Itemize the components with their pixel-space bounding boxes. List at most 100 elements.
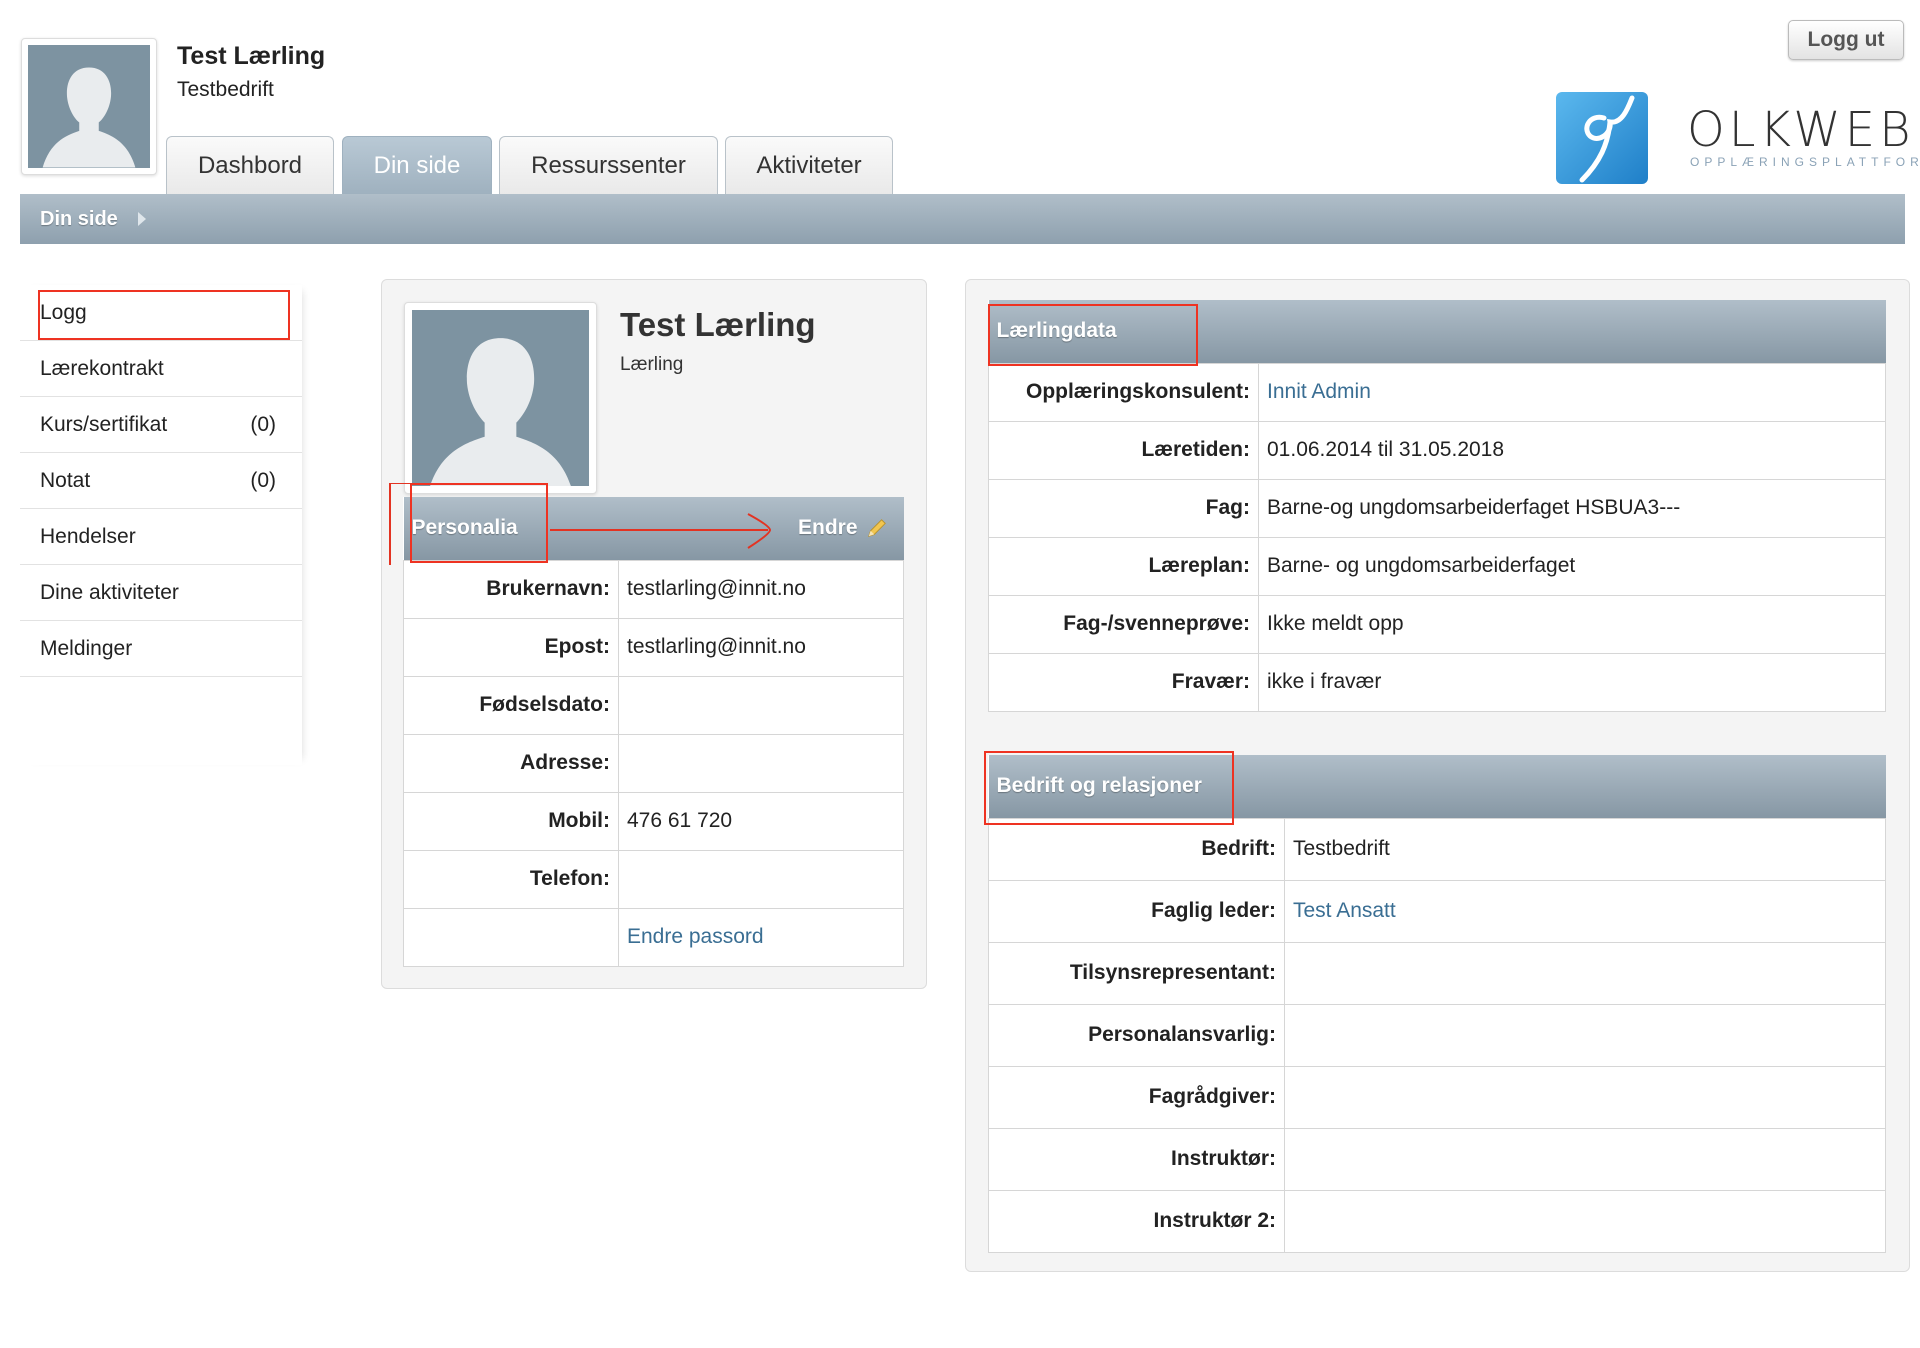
- field-value: [618, 733, 904, 793]
- field-label: Personalansvarlig:: [988, 1003, 1285, 1067]
- header-user-name: Test Lærling: [177, 42, 326, 70]
- sidebar-item-label: Dine aktiviteter: [40, 580, 179, 604]
- field-label: Fødselsdato:: [403, 675, 619, 735]
- field-label: Faglig leder:: [988, 879, 1285, 943]
- field-value: Test Ansatt: [1284, 879, 1886, 943]
- field-label: Brukernavn:: [403, 559, 619, 619]
- laerlingdata-header: Lærlingdata: [988, 300, 1886, 363]
- field-label: Instruktør 2:: [988, 1189, 1285, 1253]
- sidebar-item-label: Meldinger: [40, 636, 133, 660]
- sidebar-item-count: (0): [250, 468, 276, 492]
- field-value: 476 61 720: [618, 791, 904, 851]
- field-label: Epost:: [403, 617, 619, 677]
- table-row: Fag: Barne-og ungdomsarbeiderfaget HSBUA…: [988, 478, 1886, 538]
- profile-role: Lærling: [620, 354, 684, 375]
- bedrift-header: Bedrift og relasjoner: [988, 755, 1886, 818]
- field-label: Fag:: [988, 478, 1259, 538]
- sidebar-item-meldinger[interactable]: Meldinger: [20, 621, 302, 677]
- table-row: Telefon:: [403, 849, 904, 909]
- sidebar-item-logg[interactable]: Logg: [20, 285, 302, 341]
- laerlingdata-table: Lærlingdata Opplæringskonsulent: Innit A…: [988, 300, 1886, 712]
- field-label: Bedrift:: [988, 817, 1285, 881]
- field-label: Fravær:: [988, 652, 1259, 712]
- field-value: testlarling@innit.no: [618, 559, 904, 619]
- sidebar-item-notat[interactable]: Notat (0): [20, 453, 302, 509]
- sidebar-item-label: Logg: [40, 300, 87, 324]
- sidebar-item-count: (0): [250, 412, 276, 436]
- field-label: Fagrådgiver:: [988, 1065, 1285, 1129]
- field-value: [1284, 941, 1886, 1005]
- logout-button[interactable]: Logg ut: [1788, 20, 1904, 60]
- user-silhouette-icon: [412, 310, 589, 486]
- profile-avatar: [404, 302, 597, 494]
- breadcrumb-arrow-icon: [137, 212, 146, 226]
- field-value: 01.06.2014 til 31.05.2018: [1258, 420, 1886, 480]
- field-label: Opplæringskonsulent:: [988, 362, 1259, 422]
- tab-ressurssenter[interactable]: Ressurssenter: [499, 136, 718, 194]
- table-row: Mobil: 476 61 720: [403, 791, 904, 851]
- breadcrumb: Din side: [20, 194, 1905, 244]
- table-row: Fag-/svenneprøve: Ikke meldt opp: [988, 594, 1886, 654]
- change-password-link[interactable]: Endre passord: [627, 925, 764, 948]
- faglig-leder-link[interactable]: Test Ansatt: [1293, 899, 1396, 922]
- field-label: Læreplan:: [988, 536, 1259, 596]
- sidebar-item-label: Kurs/sertifikat: [40, 412, 168, 436]
- field-value: ikke i fravær: [1258, 652, 1886, 712]
- logo-text: OLKWEB: [1687, 102, 1915, 158]
- edit-personalia-button[interactable]: Endre: [798, 516, 858, 540]
- sidebar-item-label: Lærekontrakt: [40, 356, 164, 380]
- sidebar-item-label: Hendelser: [40, 524, 136, 548]
- field-value: testlarling@innit.no: [618, 617, 904, 677]
- sidebar-item-laerekontrakt[interactable]: Lærekontrakt: [20, 341, 302, 397]
- field-label: Telefon:: [403, 849, 619, 909]
- user-silhouette-icon: [28, 45, 150, 168]
- table-row: Fagrådgiver:: [988, 1065, 1886, 1129]
- annotation-bracket-icon: [389, 483, 412, 565]
- header-avatar: [21, 38, 157, 175]
- field-value: Barne-og ungdomsarbeiderfaget HSBUA3---: [1258, 478, 1886, 538]
- field-value: Barne- og ungdomsarbeiderfaget: [1258, 536, 1886, 596]
- sidebar-menu: Logg Lærekontrakt Kurs/sertifikat (0) No…: [20, 285, 302, 765]
- personalia-table: Personalia Endre Brukernavn: testlarling…: [403, 497, 904, 967]
- field-value: Innit Admin: [1258, 362, 1886, 422]
- tab-aktiviteter[interactable]: Aktiviteter: [725, 136, 893, 194]
- tab-din-side[interactable]: Din side: [342, 136, 492, 194]
- olkweb-logo-icon: [1552, 88, 1652, 188]
- table-row: Tilsynsrepresentant:: [988, 941, 1886, 1005]
- logo-subtitle: OPPLÆRINGSPLATTFORM: [1690, 155, 1920, 169]
- header-company: Testbedrift: [177, 78, 274, 101]
- field-value: [618, 675, 904, 735]
- field-value: Testbedrift: [1284, 817, 1886, 881]
- table-row: Instruktør 2:: [988, 1189, 1886, 1253]
- sidebar-item-dine-aktiviteter[interactable]: Dine aktiviteter: [20, 565, 302, 621]
- sidebar-item-label: Notat: [40, 468, 91, 492]
- annotation-arrow-icon: [550, 513, 772, 549]
- bedrift-table: Bedrift og relasjoner Bedrift: Testbedri…: [988, 755, 1886, 1253]
- field-label: Adresse:: [403, 733, 619, 793]
- field-value: [1284, 1065, 1886, 1129]
- opplaeringskonsulent-link[interactable]: Innit Admin: [1267, 380, 1371, 403]
- table-row: Instruktør:: [988, 1127, 1886, 1191]
- field-label: Fag-/svenneprøve:: [988, 594, 1259, 654]
- sidebar-item-hendelser[interactable]: Hendelser: [20, 509, 302, 565]
- field-value: Endre passord: [618, 907, 904, 967]
- field-value: Ikke meldt opp: [1258, 594, 1886, 654]
- table-row: Læreplan: Barne- og ungdomsarbeiderfaget: [988, 536, 1886, 596]
- table-row: Epost: testlarling@innit.no: [403, 617, 904, 677]
- table-row: Adresse:: [403, 733, 904, 793]
- field-label: Mobil:: [403, 791, 619, 851]
- table-row: Brukernavn: testlarling@innit.no: [403, 559, 904, 619]
- field-label: Instruktør:: [988, 1127, 1285, 1191]
- field-label: Læretiden:: [988, 420, 1259, 480]
- field-value: [1284, 1003, 1886, 1067]
- pencil-icon[interactable]: [866, 517, 888, 539]
- table-row: Opplæringskonsulent: Innit Admin: [988, 362, 1886, 422]
- field-value: [618, 849, 904, 909]
- table-row: Bedrift: Testbedrift: [988, 817, 1886, 881]
- tab-dashbord[interactable]: Dashbord: [166, 136, 334, 194]
- table-row: Fravær: ikke i fravær: [988, 652, 1886, 712]
- breadcrumb-current[interactable]: Din side: [40, 208, 118, 231]
- field-label: [403, 907, 619, 967]
- field-value: [1284, 1189, 1886, 1253]
- sidebar-item-kurs-sertifikat[interactable]: Kurs/sertifikat (0): [20, 397, 302, 453]
